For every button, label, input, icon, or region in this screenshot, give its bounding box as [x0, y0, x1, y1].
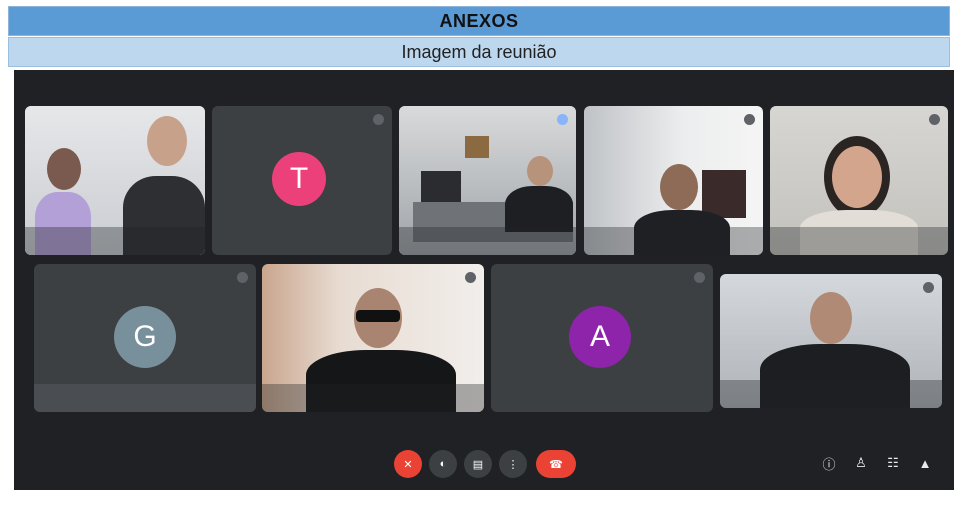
camera-icon: ◐: [439, 458, 447, 470]
participant-name-bar: [399, 227, 576, 255]
more-vert-icon: ⋮: [507, 458, 519, 471]
participant-name-bar: [262, 384, 484, 412]
captions-icon: ▤: [472, 458, 484, 471]
participant-body: [505, 186, 573, 232]
participant-face: [47, 148, 81, 190]
meeting-control-bar: ✕ ◐ ▤ ⋮ ☎ ⓘ ♙ ☷ ▲: [14, 432, 954, 490]
avatar-a: A: [569, 306, 631, 368]
mic-muted-icon: [694, 272, 705, 283]
participant-name-bar: [770, 227, 948, 255]
hang-up-icon: ☎: [549, 458, 563, 471]
participant-tile-1[interactable]: [25, 106, 205, 255]
background-sign: [702, 170, 746, 218]
section-title: Imagem da reunião: [8, 37, 950, 67]
participant-face: [147, 116, 187, 166]
mic-muted-icon: [744, 114, 755, 125]
participant-tile-4[interactable]: [584, 106, 763, 255]
participant-tile-3-active-speaker[interactable]: [399, 106, 576, 255]
activities-icon: ▲: [918, 455, 932, 471]
info-button[interactable]: ⓘ: [820, 454, 838, 472]
info-icon: ⓘ: [822, 456, 836, 472]
leave-call-button[interactable]: ☎: [536, 450, 576, 478]
avatar-t: T: [272, 152, 326, 206]
participant-tile-5[interactable]: [770, 106, 948, 255]
participant-face: [660, 164, 698, 210]
participant-tile-7[interactable]: [262, 264, 484, 412]
avatar-g: G: [114, 306, 176, 368]
video-meeting-screenshot: T G A ✕ ◐ ▤ ⋮ ☎ ⓘ ♙ ☷ ▲: [14, 70, 954, 490]
participant-tile-9[interactable]: [720, 274, 942, 408]
participant-face: [527, 156, 553, 186]
window-shape: [465, 136, 489, 158]
mic-muted-icon: [373, 114, 384, 125]
mic-off-icon: ✕: [403, 458, 413, 471]
activities-button[interactable]: ▲: [916, 454, 934, 472]
mic-muted-icon: [237, 272, 248, 283]
speaking-indicator-icon: [557, 114, 568, 125]
camera-button[interactable]: ◐: [429, 450, 457, 478]
annex-title: ANEXOS: [8, 6, 950, 36]
more-options-button[interactable]: ⋮: [499, 450, 527, 478]
chat-icon: ☷: [887, 455, 899, 470]
sunglasses: [356, 310, 400, 322]
mic-muted-icon: [929, 114, 940, 125]
mic-muted-icon: [465, 272, 476, 283]
participant-name-bar: [584, 227, 763, 255]
mic-muted-icon: [923, 282, 934, 293]
people-icon: ♙: [855, 455, 867, 470]
captions-button[interactable]: ▤: [464, 450, 492, 478]
participant-face: [832, 146, 882, 208]
participant-tile-2[interactable]: T: [212, 106, 392, 255]
people-button[interactable]: ♙: [852, 454, 870, 472]
chat-button[interactable]: ☷: [884, 454, 902, 472]
mic-off-button[interactable]: ✕: [394, 450, 422, 478]
participant-tile-6[interactable]: G: [34, 264, 256, 412]
participant-name-bar: [25, 227, 205, 255]
participant-face: [810, 292, 852, 344]
name-overlay: [34, 384, 256, 412]
participant-tile-8[interactable]: A: [491, 264, 713, 412]
participant-name-bar: [720, 380, 942, 408]
